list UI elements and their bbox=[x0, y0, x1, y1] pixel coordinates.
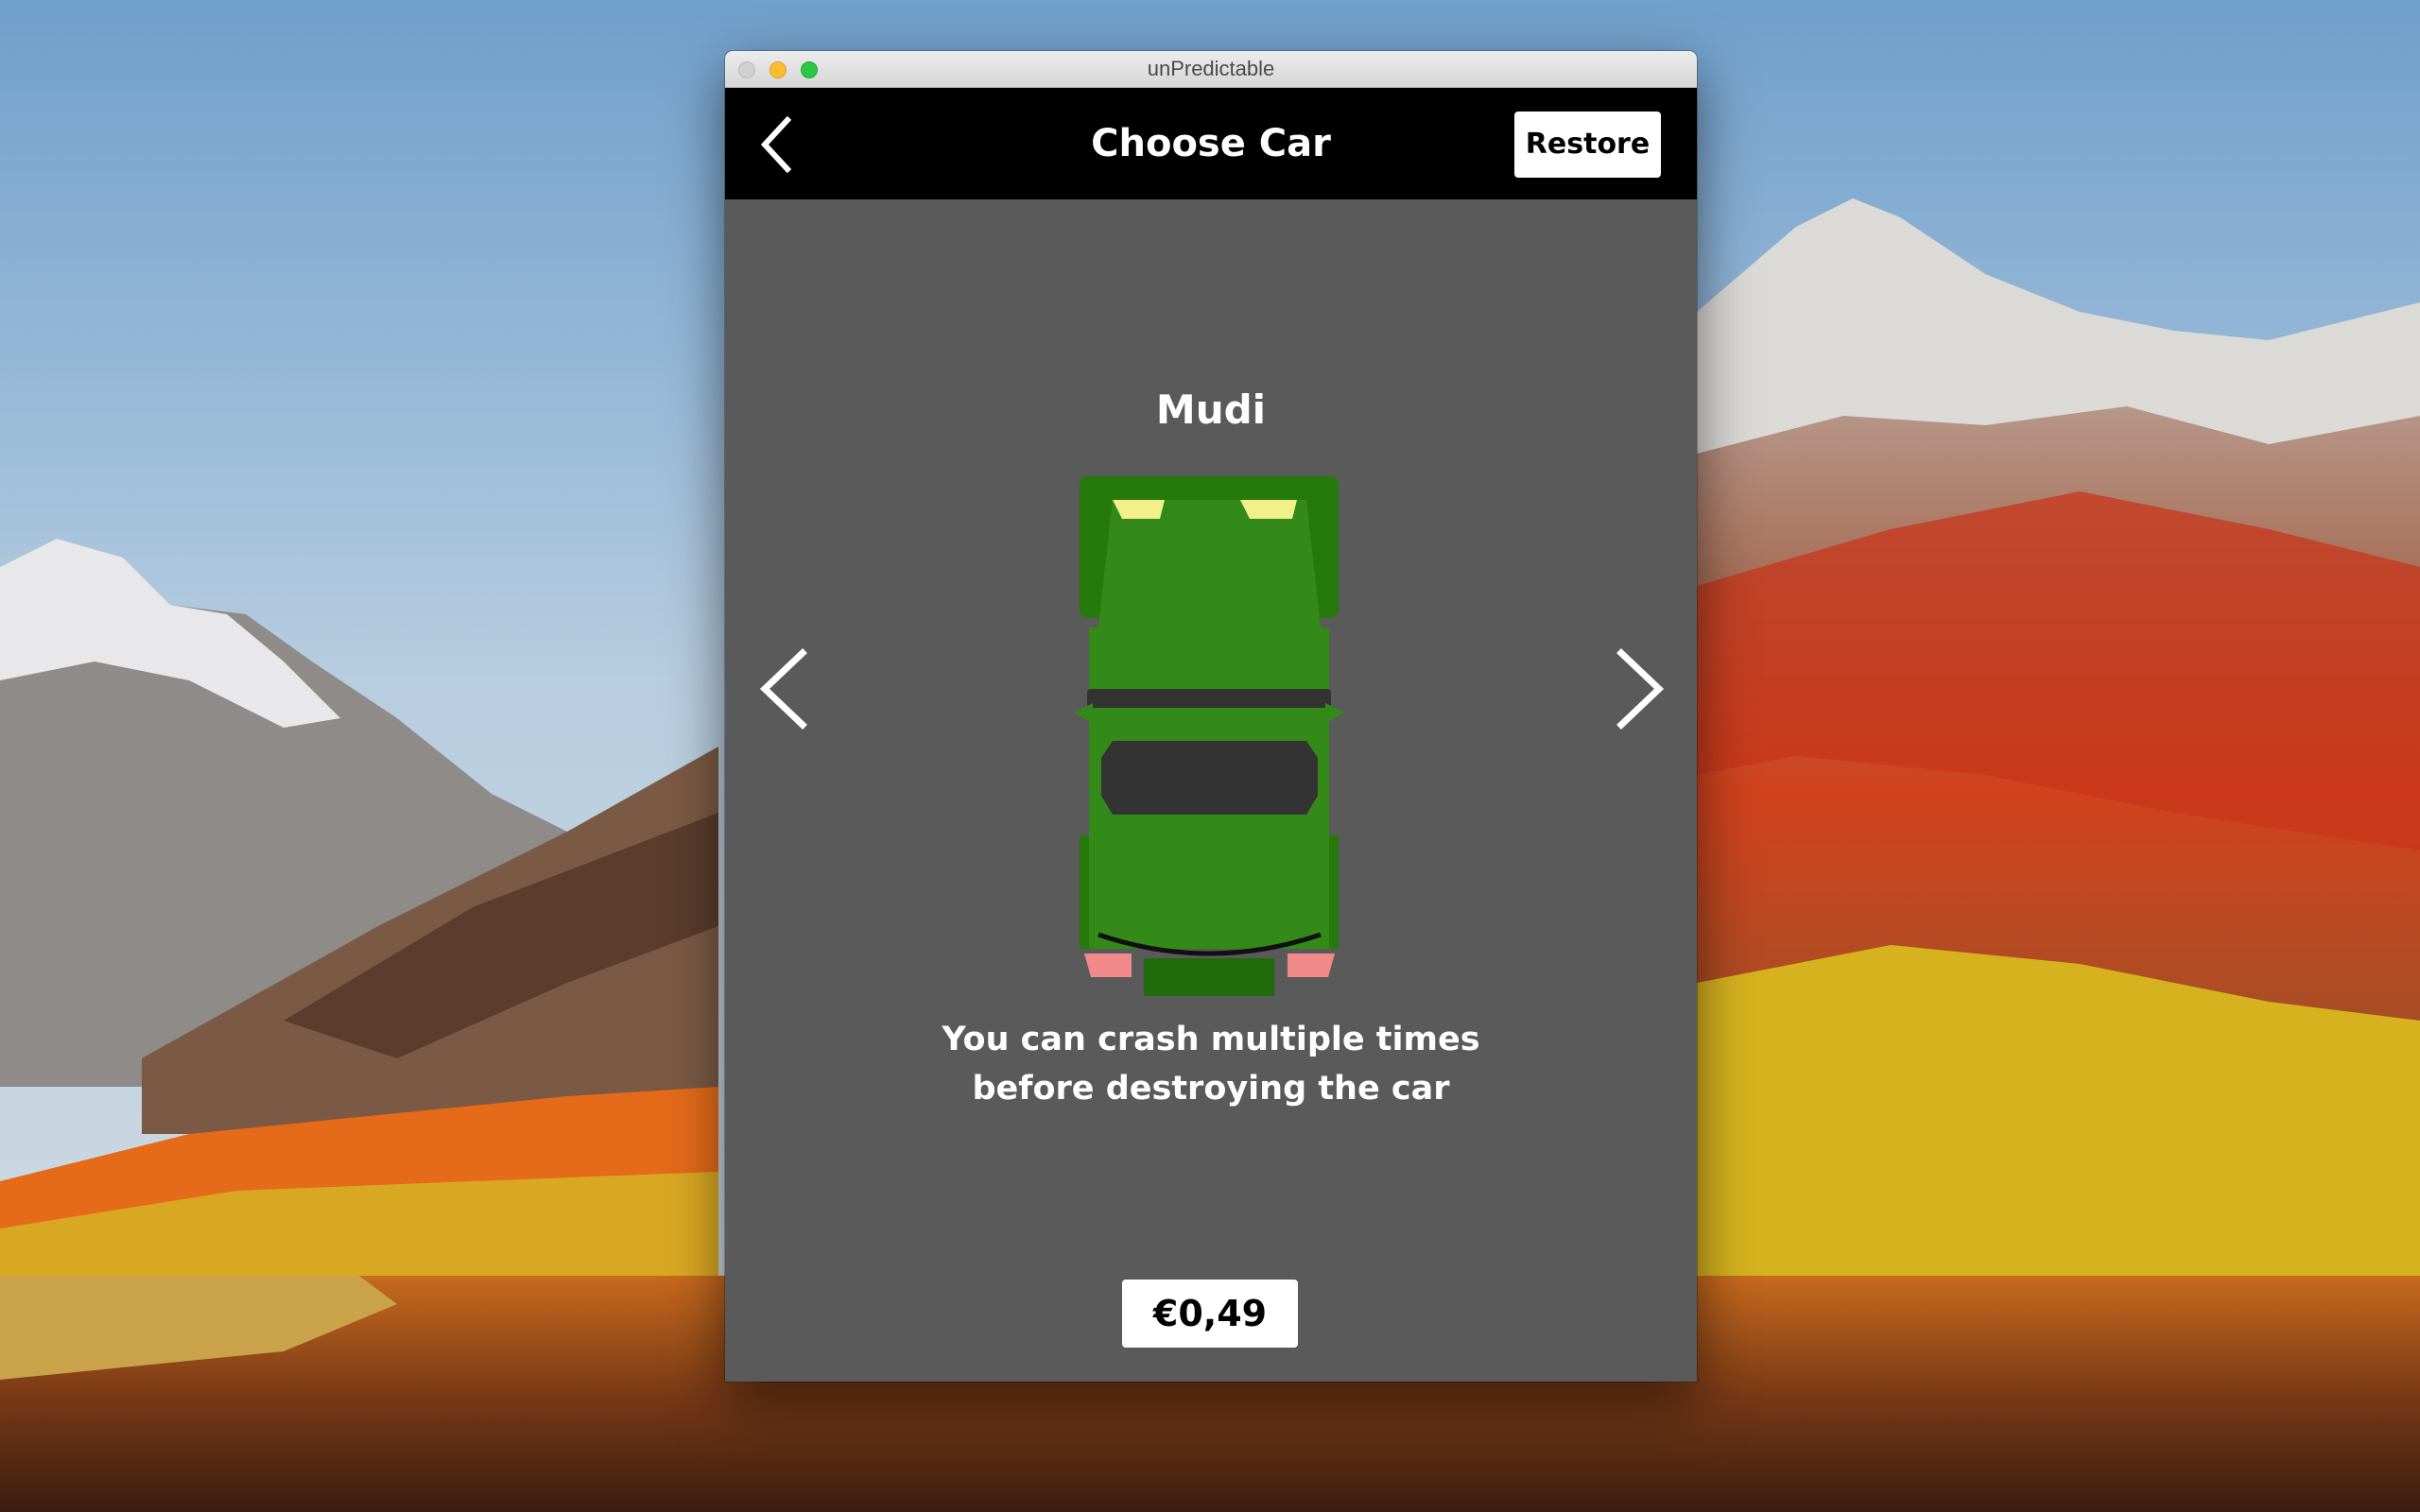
car-top-view-icon bbox=[1074, 476, 1344, 996]
back-button[interactable] bbox=[752, 115, 808, 174]
car-description-line: before destroying the car bbox=[972, 1070, 1450, 1108]
restore-button[interactable]: Restore bbox=[1514, 112, 1661, 178]
window-titlebar[interactable]: unPredictable bbox=[725, 51, 1697, 88]
chevron-left-icon bbox=[759, 648, 807, 730]
navbar: Choose Car Restore bbox=[725, 88, 1697, 199]
app-window: unPredictable Choose Car Restore Mudi Yo… bbox=[725, 51, 1697, 1382]
car-description: You can crash multiple times before dest… bbox=[820, 1015, 1602, 1113]
chevron-right-icon bbox=[1616, 648, 1665, 730]
window-title: unPredictable bbox=[1147, 57, 1275, 80]
prev-car-button[interactable] bbox=[753, 642, 820, 736]
buy-price-button[interactable]: €0,49 bbox=[1122, 1280, 1298, 1348]
chevron-left-icon bbox=[760, 115, 792, 174]
car-description-line: You can crash multiple times bbox=[942, 1021, 1480, 1058]
next-car-button[interactable] bbox=[1604, 642, 1670, 736]
page-title: Choose Car bbox=[1091, 122, 1331, 165]
car-image bbox=[1061, 420, 1363, 1010]
